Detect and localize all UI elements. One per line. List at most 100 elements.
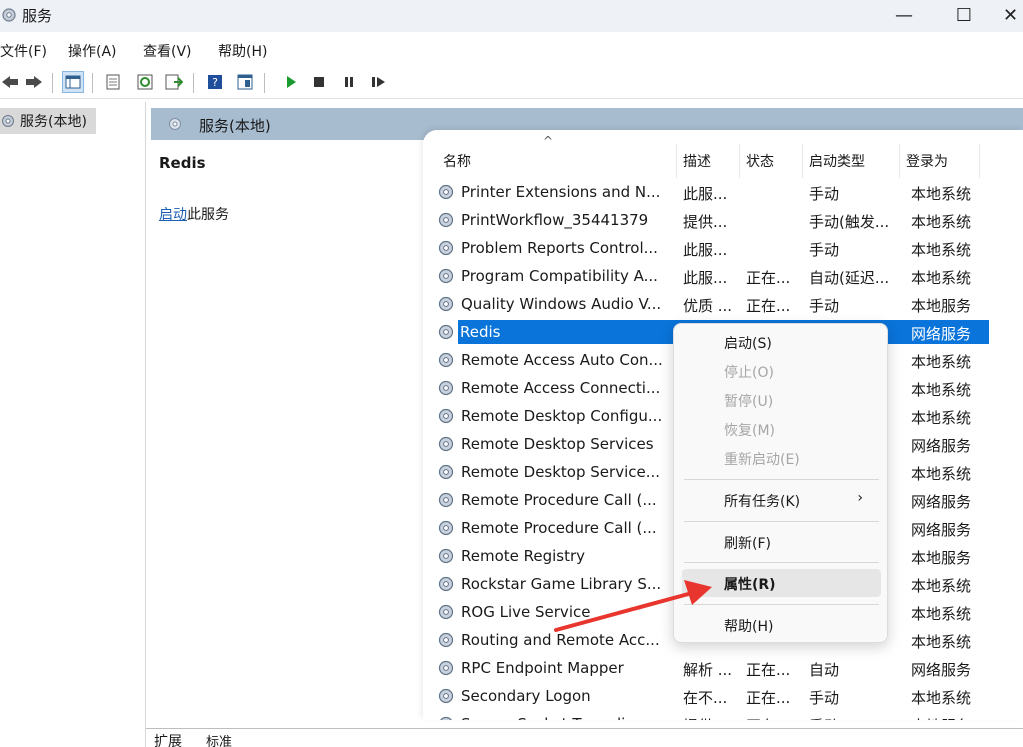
- service-logon-as: 本地系统: [911, 689, 972, 707]
- column-header-startup-type[interactable]: 启动类型: [803, 144, 900, 178]
- ctx-separator: [684, 604, 879, 605]
- window-title: 服务: [22, 7, 53, 25]
- service-gear-icon: [438, 408, 454, 424]
- selected-service-title: Redis: [159, 154, 206, 172]
- service-description: 此服...: [683, 185, 728, 203]
- service-gear-icon: [438, 464, 454, 480]
- context-menu: 启动(S) 停止(O) 暂停(U) 恢复(M) 重新启动(E) 所有任务(K) …: [673, 323, 888, 643]
- service-row[interactable]: Printer Extensions and N... 此服... 手动 本地系统: [423, 178, 1023, 206]
- column-header-status[interactable]: 状态: [740, 144, 803, 178]
- menu-action[interactable]: 操作(A): [68, 41, 117, 61]
- service-logon-as: 本地系统: [911, 353, 972, 371]
- service-row[interactable]: RPC Endpoint Mapper 解析 ... 正在... 自动 网络服务: [423, 654, 1023, 682]
- service-status: 正在...: [746, 715, 804, 720]
- service-gear-icon: [438, 184, 454, 200]
- ctx-stop: 停止(O): [724, 365, 774, 381]
- services-gear-icon: [2, 8, 16, 22]
- service-row[interactable]: Problem Reports Control... 此服... 手动 本地系统: [423, 234, 1023, 262]
- tree-node-services-local[interactable]: 服务(本地): [0, 108, 96, 134]
- service-gear-icon: [438, 492, 454, 508]
- service-gear-icon: [438, 632, 454, 648]
- title-bar: 服务 — ☐ ✕: [0, 0, 1023, 32]
- ctx-pause: 暂停(U): [724, 394, 774, 410]
- show-pane-icon[interactable]: [234, 71, 256, 93]
- menu-view[interactable]: 查看(V): [143, 41, 192, 61]
- service-startup-type: 自动: [809, 661, 840, 679]
- export-list-icon[interactable]: [163, 71, 185, 93]
- ctx-resume: 恢复(M): [724, 423, 776, 439]
- service-logon-as: 本地系统: [911, 213, 972, 231]
- ctx-start[interactable]: 启动(S): [682, 328, 881, 356]
- pane-header-title: 服务(本地): [199, 117, 271, 135]
- start-service-icon[interactable]: [280, 71, 302, 93]
- tab-extended[interactable]: 扩展: [154, 731, 182, 747]
- service-row[interactable]: Program Compatibility A... 此服... 正在... 自动(延…: [423, 262, 1023, 290]
- service-logon-as: 网络服务: [911, 437, 972, 455]
- ctx-refresh[interactable]: 刷新(F): [682, 528, 881, 556]
- description-panel: Redis 启动此服务: [151, 140, 421, 720]
- service-gear-icon: [438, 520, 454, 536]
- service-name: Routing and Remote Acc...: [461, 631, 660, 649]
- tab-standard[interactable]: 标准: [206, 731, 232, 747]
- service-gear-icon: [438, 604, 454, 620]
- submenu-chevron-icon: ›: [857, 490, 863, 506]
- service-gear-icon: [440, 716, 452, 720]
- service-gear-icon: [438, 352, 454, 368]
- service-name: Remote Access Connecti...: [461, 379, 661, 397]
- start-service-link[interactable]: 启动: [159, 207, 187, 223]
- ctx-all-tasks[interactable]: 所有任务(K) ›: [682, 486, 881, 514]
- service-name: Rockstar Game Library S...: [461, 575, 662, 593]
- ctx-properties[interactable]: 属性(R): [682, 569, 881, 597]
- column-header-description[interactable]: 描述: [677, 144, 740, 178]
- stop-service-icon[interactable]: [308, 71, 330, 93]
- menu-help[interactable]: 帮助(H): [218, 41, 267, 61]
- toolbar-separator: [193, 73, 194, 93]
- service-gear-icon: [438, 660, 454, 676]
- back-icon[interactable]: [0, 71, 22, 93]
- close-button[interactable]: ✕: [1003, 2, 1023, 28]
- help-icon[interactable]: ?: [204, 71, 226, 93]
- refresh-icon[interactable]: [134, 71, 156, 93]
- pause-service-icon[interactable]: [338, 71, 360, 93]
- service-gear-icon: [438, 548, 454, 564]
- service-startup-type: 自动(延迟...: [809, 269, 890, 287]
- resume-service-icon[interactable]: [368, 71, 390, 93]
- service-row[interactable]: Secure Socket Tunneling ... 提供...正在... 手动 本…: [423, 710, 1023, 720]
- service-logon-as: 本地系统: [911, 185, 972, 203]
- service-startup-type: 手动: [809, 689, 840, 707]
- properties-icon[interactable]: [102, 71, 124, 93]
- minimize-button[interactable]: —: [884, 2, 924, 28]
- console-tree-icon[interactable]: [62, 71, 84, 93]
- service-logon-as: 网络服务: [911, 325, 972, 343]
- service-row[interactable]: PrintWorkflow_35441379 提供... 手动(触发... 本地系统: [423, 206, 1023, 234]
- column-header-name[interactable]: 名称: [437, 144, 677, 178]
- service-logon-as: 本地服务: [911, 549, 972, 567]
- toolbar-separator: [92, 73, 93, 93]
- service-name: ROG Live Service: [461, 603, 591, 621]
- menu-file[interactable]: 文件(F): [0, 41, 47, 61]
- maximize-button[interactable]: ☐: [944, 2, 984, 28]
- service-description: 提供...: [683, 715, 743, 720]
- ctx-restart: 重新启动(E): [724, 452, 800, 468]
- menu-bar: 文件(F) 操作(A) 查看(V) 帮助(H): [0, 36, 1023, 64]
- service-gear-icon: [438, 576, 454, 592]
- service-logon-as: 本地系统: [911, 465, 972, 483]
- service-logon-as: 网络服务: [911, 661, 972, 679]
- service-status: 正在...: [746, 297, 791, 315]
- service-row[interactable]: Secondary Logon 在不... 正在... 手动 本地系统: [423, 682, 1023, 710]
- service-logon-as: 本地系统: [911, 577, 972, 595]
- column-header-logon-as[interactable]: 登录为: [900, 144, 980, 178]
- service-logon-as: 本地系统: [911, 241, 972, 259]
- service-gear-icon: [438, 268, 454, 284]
- service-startup-type: 手动: [809, 297, 840, 315]
- service-name: Remote Desktop Service...: [461, 463, 661, 481]
- forward-icon[interactable]: [22, 71, 44, 93]
- service-logon-as: 网络服务: [911, 493, 972, 511]
- service-logon-as: 本地服务: [911, 715, 991, 720]
- service-status: 正在...: [746, 661, 791, 679]
- service-row[interactable]: Quality Windows Audio V... 优质 ... 正在... 手动 本…: [423, 290, 1023, 318]
- ctx-help[interactable]: 帮助(H): [682, 611, 881, 639]
- ctx-separator: [684, 479, 879, 480]
- toolbar: ?: [0, 67, 1023, 99]
- service-name: Remote Procedure Call (...: [461, 491, 657, 509]
